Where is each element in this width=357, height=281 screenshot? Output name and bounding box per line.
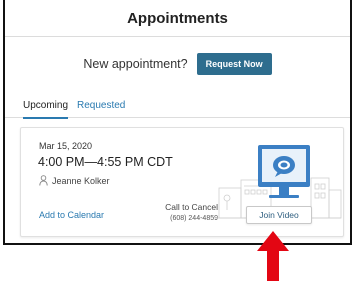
provider-name: Jeanne Kolker <box>52 175 110 186</box>
tab-requested[interactable]: Requested <box>77 100 125 111</box>
cancel-info: Call to Cancel (608) 244-4859 <box>138 201 218 225</box>
tab-upcoming[interactable]: Upcoming <box>23 100 69 119</box>
new-appointment-prompt: New appointment? <box>83 57 188 71</box>
appointment-card: Mar 15, 2020 4:00 PM—4:55 PM CDT Jeanne … <box>20 127 344 237</box>
page-title: Appointments <box>127 9 228 27</box>
person-icon <box>39 175 48 186</box>
appointments-panel: Appointments New appointment? Request No… <box>3 0 352 245</box>
request-now-button[interactable]: Request Now <box>196 53 272 75</box>
appointment-date: Mar 15, 2020 <box>39 141 93 151</box>
appointment-time: 4:00 PM—4:55 PM CDT <box>38 155 173 169</box>
add-to-calendar-link[interactable]: Add to Calendar <box>39 210 104 220</box>
provider-row: Jeanne Kolker <box>39 175 110 186</box>
red-arrow-up-icon <box>257 231 289 281</box>
cancel-label: Call to Cancel <box>165 202 218 212</box>
cancel-phone: (608) 244-4859 <box>170 215 218 222</box>
tab-bar: Upcoming Requested <box>5 91 350 119</box>
header: Appointments <box>5 0 350 37</box>
join-video-button[interactable]: Join Video <box>246 206 312 224</box>
new-appointment-row: New appointment? Request Now <box>5 37 350 91</box>
